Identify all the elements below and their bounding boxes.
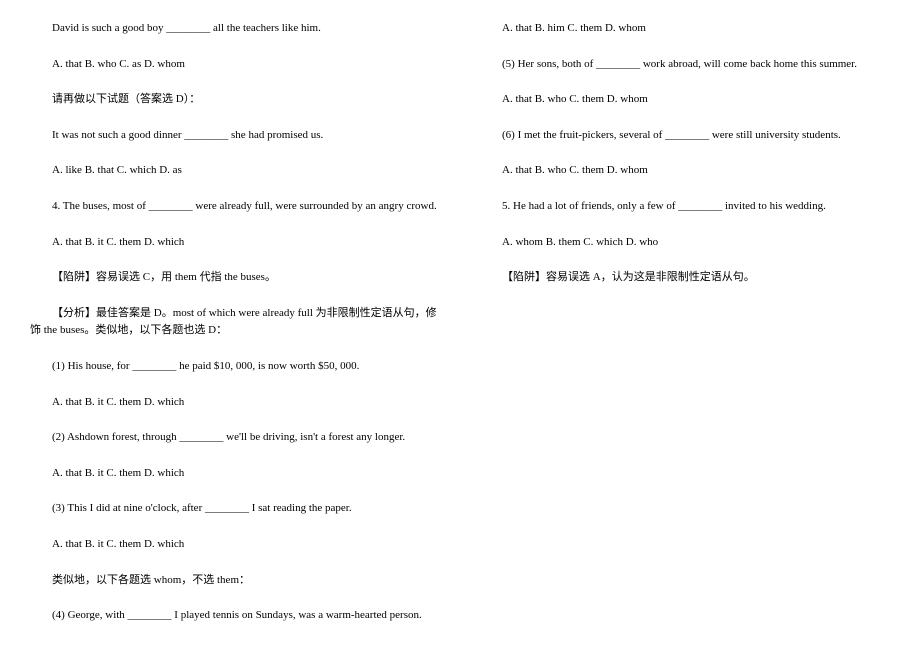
question-sentence: (6) I met the fruit-pickers, several of … [480,127,890,145]
answer-options: A. that B. it C. them D. which [30,234,440,252]
instruction-text: 请再做以下试题（答案选 D）： [30,91,440,109]
question-sentence: 4. The buses, most of ________ were alre… [30,198,440,216]
question-sentence: 5. He had a lot of friends, only a few o… [480,198,890,216]
answer-options: A. that B. it C. them D. which [30,394,440,412]
question-sentence: (4) George, with ________ I played tenni… [30,607,440,625]
question-sentence: (5) Her sons, both of ________ work abro… [480,56,890,74]
trap-explanation: 【陷阱】容易误选 C，用 them 代指 the buses。 [30,269,440,287]
answer-options: A. that B. who C. them D. whom [480,162,890,180]
question-sentence: (3) This I did at nine o'clock, after __… [30,500,440,518]
answer-options: A. that B. it C. them D. which [30,536,440,554]
answer-options: A. that B. who C. as D. whom [30,56,440,74]
answer-options: A. that B. it C. them D. which [30,465,440,483]
analysis-explanation: 【分析】最佳答案是 D。most of which were already f… [30,305,440,340]
answer-options: A. that B. him C. them D. whom [480,20,890,38]
trap-explanation: 【陷阱】容易误选 A，认为这是非限制性定语从句。 [480,269,890,287]
instruction-text: 类似地，以下各题选 whom，不选 them： [30,572,440,590]
answer-options: A. whom B. them C. which D. who [480,234,890,252]
answer-options: A. like B. that C. which D. as [30,162,440,180]
question-sentence: David is such a good boy ________ all th… [30,20,440,38]
question-sentence: It was not such a good dinner ________ s… [30,127,440,145]
question-sentence: (1) His house, for ________ he paid $10,… [30,358,440,376]
question-sentence: (2) Ashdown forest, through ________ we'… [30,429,440,447]
answer-options: A. that B. who C. them D. whom [480,91,890,109]
